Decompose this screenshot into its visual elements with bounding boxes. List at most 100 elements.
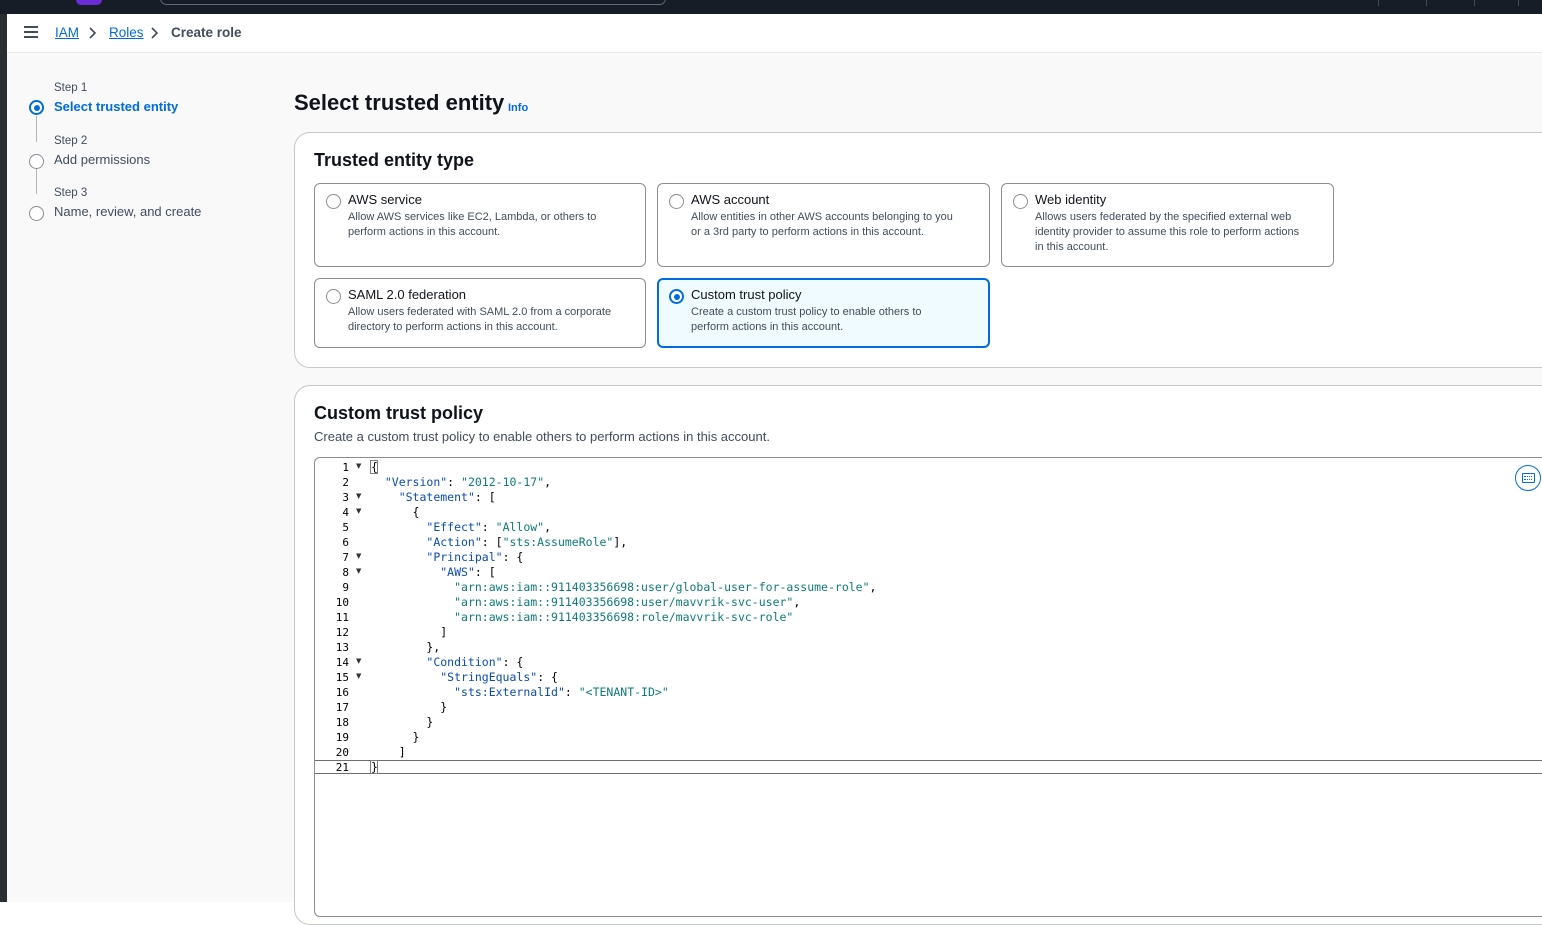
line-number: 6 xyxy=(342,536,349,549)
option-web-identity[interactable]: Web identity Allows users federated by t… xyxy=(1001,183,1334,267)
code-line: "Effect": "Allow", xyxy=(426,520,552,534)
fold-triangle-icon[interactable]: ▼ xyxy=(356,567,361,575)
line-number: 2 xyxy=(342,476,349,489)
code-line: "Condition": { xyxy=(426,655,524,669)
nav-divider xyxy=(1378,0,1379,6)
policy-json-editor[interactable]: 1 2 3 4 5 6 7 8 9 10 11 12 13 14 15 16 1… xyxy=(314,457,1542,917)
step-active-indicator-icon xyxy=(29,100,44,115)
option-description: Allow entities in other AWS accounts bel… xyxy=(691,211,953,238)
line-number: 10 xyxy=(335,596,349,609)
code-line: } xyxy=(371,715,434,729)
chevron-right-icon xyxy=(151,27,159,39)
code-line: "arn:aws:iam::911403356698:user/mavvrik-… xyxy=(454,595,801,609)
line-number: 14 xyxy=(335,656,349,669)
code-line: "arn:aws:iam::911403356698:user/global-u… xyxy=(454,580,877,594)
fold-triangle-icon[interactable]: ▼ xyxy=(356,507,361,515)
option-title: AWS service xyxy=(348,192,422,207)
section-description: Create a custom trust policy to enable o… xyxy=(314,429,770,444)
option-title: AWS account xyxy=(691,192,770,207)
radio-button[interactable] xyxy=(669,194,684,209)
line-number: 12 xyxy=(335,626,349,639)
step-number: Step 3 xyxy=(54,187,88,199)
step-label[interactable]: Add permissions xyxy=(54,152,150,167)
line-number: 5 xyxy=(342,521,349,534)
line-number: 16 xyxy=(335,686,349,699)
code-line: "arn:aws:iam::911403356698:role/mavvrik-… xyxy=(454,610,794,624)
fold-triangle-icon[interactable]: ▼ xyxy=(356,552,361,560)
breadcrumb-current: Create role xyxy=(171,25,242,40)
fold-triangle-icon[interactable]: ▼ xyxy=(356,492,361,500)
info-link[interactable]: Info xyxy=(508,102,528,114)
nav-divider xyxy=(1518,0,1519,6)
radio-button[interactable] xyxy=(326,194,341,209)
code-line: ] xyxy=(371,745,406,759)
breadcrumb-roles[interactable]: Roles xyxy=(109,25,144,40)
hamburger-menu-icon[interactable] xyxy=(24,26,38,38)
option-description: Create a custom trust policy to enable o… xyxy=(691,306,922,333)
step-connector xyxy=(36,168,37,194)
step-label[interactable]: Select trusted entity xyxy=(54,99,178,114)
option-title: SAML 2.0 federation xyxy=(348,287,467,302)
fold-triangle-icon[interactable]: ▼ xyxy=(356,657,361,665)
breadcrumb-bar: IAM Roles Create role xyxy=(7,14,1542,53)
breadcrumb-iam[interactable]: IAM xyxy=(55,25,79,40)
option-description: Allows users federated by the specified … xyxy=(1035,211,1300,253)
radio-button[interactable] xyxy=(326,289,341,304)
keyboard-icon[interactable] xyxy=(1515,465,1541,491)
step-indicator-icon xyxy=(29,154,44,169)
code-line: } xyxy=(371,730,420,744)
line-number: 3 xyxy=(342,491,349,504)
option-title: Custom trust policy xyxy=(691,287,802,302)
code-line: "AWS": [ xyxy=(440,565,496,579)
step-connector xyxy=(36,116,37,142)
line-number: 4 xyxy=(342,506,349,519)
line-number: 8 xyxy=(342,566,349,579)
line-number: 15 xyxy=(335,671,349,684)
line-number: 19 xyxy=(335,731,349,744)
global-search-input[interactable] xyxy=(160,0,666,5)
service-logo[interactable] xyxy=(76,0,102,5)
line-number: 7 xyxy=(342,551,349,564)
code-line: ] xyxy=(371,625,448,639)
option-description: Allow AWS services like EC2, Lambda, or … xyxy=(348,211,597,238)
line-number: 9 xyxy=(342,581,349,594)
step-indicator-icon xyxy=(29,206,44,221)
option-aws-account[interactable]: AWS account Allow entities in other AWS … xyxy=(657,183,990,267)
option-saml-federation[interactable]: SAML 2.0 federation Allow users federate… xyxy=(314,278,646,348)
section-title: Custom trust policy xyxy=(314,403,484,423)
step-number: Step 2 xyxy=(54,135,88,147)
radio-button-selected[interactable] xyxy=(669,289,684,304)
section-title: Trusted entity type xyxy=(314,150,475,170)
line-number: 13 xyxy=(335,641,349,654)
code-line: }, xyxy=(371,640,441,654)
step-number: Step 1 xyxy=(54,82,88,94)
line-number: 21 xyxy=(335,761,349,774)
fold-triangle-icon[interactable]: ▼ xyxy=(356,672,361,680)
active-line-highlight xyxy=(315,760,1542,774)
code-line: { xyxy=(371,460,378,474)
code-line: } xyxy=(371,700,448,714)
code-line: "Principal": { xyxy=(426,550,524,564)
window-left-edge xyxy=(0,14,7,902)
radio-button[interactable] xyxy=(1013,194,1028,209)
option-aws-service[interactable]: AWS service Allow AWS services like EC2,… xyxy=(314,183,646,267)
step-label[interactable]: Name, review, and create xyxy=(54,204,201,219)
line-number: 20 xyxy=(335,746,349,759)
nav-divider xyxy=(1426,0,1427,6)
fold-triangle-icon[interactable]: ▼ xyxy=(356,462,361,470)
option-custom-trust-policy[interactable]: Custom trust policy Create a custom trus… xyxy=(657,278,990,348)
code-line: "Action": ["sts:AssumeRole"], xyxy=(426,535,628,549)
line-number: 1 xyxy=(342,461,349,474)
line-number: 18 xyxy=(335,716,349,729)
code-line: "Version": "2012-10-17", xyxy=(384,475,552,489)
option-title: Web identity xyxy=(1035,192,1107,207)
top-navigation-bar xyxy=(0,0,1542,14)
code-line: "StringEquals": { xyxy=(440,670,558,684)
line-number: 17 xyxy=(335,701,349,714)
page-title: Select trusted entity xyxy=(294,90,505,115)
nav-divider xyxy=(1474,0,1475,6)
line-number: 11 xyxy=(335,611,349,624)
code-line: { xyxy=(412,505,420,519)
code-line: "Statement": [ xyxy=(398,490,496,504)
code-line: "sts:ExternalId": "<TENANT-ID>" xyxy=(454,685,669,699)
